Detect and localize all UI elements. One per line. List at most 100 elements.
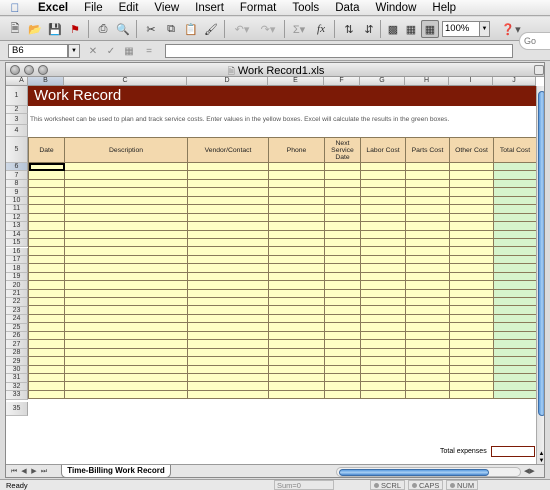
input-cell[interactable]	[268, 296, 325, 307]
input-cell[interactable]	[405, 212, 450, 223]
input-cell[interactable]	[405, 195, 450, 206]
column-header[interactable]: I	[449, 77, 493, 86]
cut-icon[interactable]: ✂	[142, 20, 160, 38]
input-cell[interactable]	[360, 389, 406, 400]
row-header[interactable]: 1	[6, 86, 28, 106]
input-cell[interactable]	[28, 364, 65, 374]
menu-file[interactable]: File	[76, 2, 111, 14]
total-cost-cell[interactable]	[493, 229, 537, 239]
input-cell[interactable]	[324, 280, 361, 290]
print-icon[interactable]: ⎙	[94, 20, 112, 38]
input-cell[interactable]	[64, 271, 188, 282]
row-header[interactable]: 16	[6, 247, 28, 256]
input-cell[interactable]	[449, 212, 494, 223]
input-cell[interactable]	[324, 221, 361, 231]
input-cell[interactable]	[360, 280, 406, 290]
input-cell[interactable]	[324, 246, 361, 256]
input-cell[interactable]	[360, 296, 406, 307]
redo-icon[interactable]: ↷▾	[256, 20, 280, 38]
input-cell[interactable]	[360, 161, 406, 172]
input-cell[interactable]	[187, 254, 269, 265]
input-cell[interactable]	[187, 263, 269, 273]
menu-view[interactable]: View	[146, 2, 187, 14]
input-cell[interactable]	[360, 204, 406, 214]
cancel-icon[interactable]: ✕	[86, 44, 100, 58]
input-cell[interactable]	[449, 229, 494, 239]
input-cell[interactable]	[187, 389, 269, 400]
input-cell[interactable]	[405, 170, 450, 180]
input-cell[interactable]	[449, 204, 494, 214]
input-cell[interactable]	[405, 178, 450, 189]
menu-tools[interactable]: Tools	[284, 2, 327, 14]
input-cell[interactable]	[28, 178, 65, 189]
column-header[interactable]: B	[28, 77, 64, 86]
row-header[interactable]: 13	[6, 222, 28, 231]
input-cell[interactable]	[187, 237, 269, 248]
equals-icon[interactable]: =	[142, 44, 156, 58]
input-cell[interactable]	[405, 356, 450, 366]
input-cell[interactable]	[187, 347, 269, 358]
input-cell[interactable]	[268, 339, 325, 349]
input-cell[interactable]	[268, 170, 325, 180]
input-cell[interactable]	[187, 364, 269, 374]
input-cell[interactable]	[449, 237, 494, 248]
vertical-scroll-arrows-icon[interactable]: ▲ ▼	[536, 451, 544, 465]
input-cell[interactable]	[28, 212, 65, 223]
input-cell[interactable]	[268, 263, 325, 273]
apple-menu-icon[interactable]: 	[0, 1, 30, 15]
input-cell[interactable]	[268, 178, 325, 189]
input-cell[interactable]	[28, 271, 65, 282]
input-cell[interactable]	[405, 296, 450, 307]
input-cell[interactable]	[360, 356, 406, 366]
input-cell[interactable]	[405, 288, 450, 299]
input-cell[interactable]	[324, 364, 361, 374]
input-cell[interactable]	[449, 364, 494, 374]
input-cell[interactable]	[449, 271, 494, 282]
row-header[interactable]: 17	[6, 255, 28, 265]
menu-help[interactable]: Help	[424, 2, 464, 14]
row-header[interactable]: 28	[6, 348, 28, 358]
name-box[interactable]: B6	[8, 44, 68, 58]
total-cost-cell[interactable]	[493, 178, 537, 189]
input-cell[interactable]	[28, 195, 65, 206]
sheet-tab-time-billing[interactable]: Time-Billing Work Record	[61, 465, 171, 477]
row-header[interactable]: 5	[6, 137, 28, 163]
input-cell[interactable]	[268, 229, 325, 239]
input-cell[interactable]	[64, 178, 188, 189]
input-cell[interactable]	[28, 204, 65, 214]
total-cost-cell[interactable]	[493, 271, 537, 282]
input-cell[interactable]	[187, 178, 269, 189]
input-cell[interactable]	[28, 313, 65, 324]
input-cell[interactable]	[28, 221, 65, 231]
total-cost-cell[interactable]	[493, 322, 537, 332]
input-cell[interactable]	[324, 212, 361, 223]
input-cell[interactable]	[405, 280, 450, 290]
input-cell[interactable]	[64, 237, 188, 248]
input-cell[interactable]	[268, 212, 325, 223]
row-header[interactable]: 30	[6, 365, 28, 375]
input-cell[interactable]	[449, 381, 494, 391]
input-cell[interactable]	[360, 237, 406, 248]
input-cell[interactable]	[405, 204, 450, 214]
total-cost-cell[interactable]	[493, 296, 537, 307]
input-cell[interactable]	[360, 229, 406, 239]
input-cell[interactable]	[268, 364, 325, 374]
new-icon[interactable]: 🗎	[6, 20, 24, 38]
menu-data[interactable]: Data	[327, 2, 367, 14]
input-cell[interactable]	[268, 347, 325, 358]
input-cell[interactable]	[324, 381, 361, 391]
prev-sheet-icon[interactable]: ◀	[20, 468, 28, 476]
row-header[interactable]: 6	[6, 163, 28, 172]
menu-edit[interactable]: Edit	[111, 2, 147, 14]
input-cell[interactable]	[360, 330, 406, 341]
input-cell[interactable]	[28, 263, 65, 273]
input-cell[interactable]	[187, 187, 269, 197]
input-cell[interactable]	[187, 246, 269, 256]
input-cell[interactable]	[64, 339, 188, 349]
gallery-icon[interactable]: ▦	[402, 20, 420, 38]
total-cost-cell[interactable]	[493, 187, 537, 197]
input-cell[interactable]	[187, 288, 269, 299]
input-cell[interactable]	[28, 330, 65, 341]
input-cell[interactable]	[360, 372, 406, 383]
total-cost-cell[interactable]	[493, 364, 537, 374]
